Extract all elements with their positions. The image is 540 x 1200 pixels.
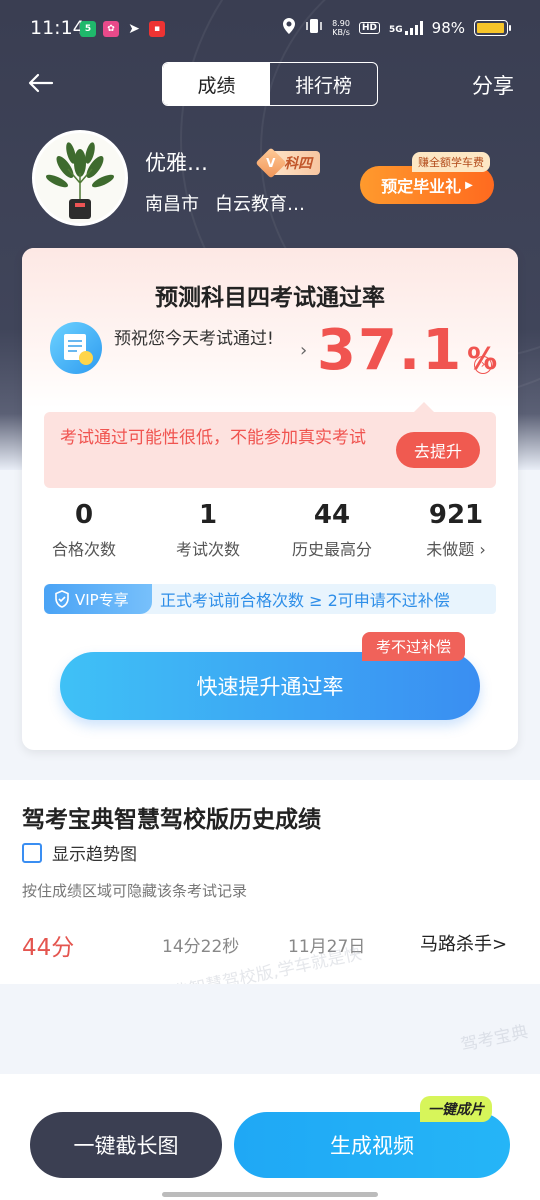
stat-undone-questions[interactable]: 921 未做题 ›: [394, 500, 518, 560]
watermark: 驾考宝典: [459, 1022, 530, 1056]
warning-text: 考试通过可能性很低，不能参加真实考试: [60, 428, 366, 448]
lower-empty-area: 驾考宝典: [0, 984, 540, 1074]
compensation-tag: 考不过补偿: [362, 632, 466, 661]
plant-avatar-image: [45, 142, 115, 219]
vip-tag: VIP专享: [44, 584, 152, 614]
tab-switcher: 成绩 排行榜: [162, 62, 378, 106]
exam-paper-icon: [50, 322, 102, 374]
stat-best-score: 44 历史最高分: [291, 500, 372, 559]
battery-icon: [474, 20, 511, 36]
pass-rate-detail-icon[interactable]: ›: [474, 356, 492, 374]
warning-box: 考试通过可能性很低，不能参加真实考试 去提升: [44, 402, 496, 488]
pass-rate-value[interactable]: 37.1%: [317, 318, 499, 383]
user-name: 优雅…: [145, 151, 208, 175]
app-notification-icon: 5: [80, 21, 96, 37]
user-city: 南昌市: [145, 194, 199, 215]
stat-pass-count: 0 合格次数: [51, 500, 116, 559]
user-school: 白云教育…: [215, 194, 305, 215]
history-section: 驾考宝典智慧驾校版历史成绩 显示趋势图 按住成绩区域可隐藏该条考试记录 44分 …: [0, 780, 540, 1014]
signal-indicator: 5G: [389, 21, 423, 35]
back-button[interactable]: [26, 68, 56, 98]
play-triangle-icon: ▶: [465, 179, 473, 191]
battery-percent: 98%: [431, 19, 465, 37]
stat-exam-count: 1 考试次数: [175, 500, 240, 559]
record-score: 44分: [22, 935, 75, 961]
wish-text: 预祝您今天考试通过!: [114, 329, 274, 349]
bottom-action-bar: 一键截长图 一键成片 生成视频: [0, 1074, 540, 1200]
card-title: 预测科目四考试通过率: [155, 285, 385, 311]
subject-badge: V 科四: [255, 147, 320, 179]
shield-icon: [55, 590, 69, 608]
history-title: 驾考宝典智慧驾校版历史成绩: [22, 807, 321, 833]
status-time: 11:14: [30, 17, 85, 39]
improve-button[interactable]: 去提升: [396, 432, 480, 468]
location-icon: [282, 18, 296, 38]
status-bar: 11:14 5 ✿ ➤ ▪ 8.90 KB/s HD 5G 98%: [0, 0, 540, 58]
home-indicator[interactable]: [162, 1192, 378, 1197]
vibrate-icon: [305, 18, 323, 38]
signal-bars-icon: [404, 21, 423, 35]
fast-improve-button[interactable]: 快速提升通过率: [60, 652, 480, 720]
record-title[interactable]: 马路杀手>: [420, 930, 507, 956]
vip-text: 正式考试前合格次数 ≥ 2可申请不过补偿: [160, 591, 450, 610]
back-arrow-icon: [28, 73, 54, 93]
vip-compensation-row[interactable]: VIP专享 正式考试前合格次数 ≥ 2可申请不过补偿: [44, 584, 496, 614]
user-location: 南昌市 白云教育…: [145, 190, 305, 216]
pass-rate-card: 预测科目四考试通过率 预祝您今天考试通过! › 37.1% › 考试通过可能性很…: [22, 248, 518, 750]
show-trend-label: 显示趋势图: [52, 845, 137, 865]
record-duration: 14分22秒: [162, 937, 240, 957]
telegram-icon: ➤: [128, 21, 140, 37]
tab-scores[interactable]: 成绩: [163, 63, 270, 105]
tab-ranking[interactable]: 排行榜: [270, 63, 377, 105]
avatar[interactable]: [32, 130, 128, 226]
long-screenshot-button[interactable]: 一键截长图: [30, 1112, 222, 1178]
hd-badge: HD: [358, 22, 380, 34]
app-notification-icon: ▪: [149, 21, 165, 37]
show-trend-checkbox[interactable]: 显示趋势图: [22, 840, 137, 865]
share-button[interactable]: 分享: [472, 70, 514, 100]
video-promo-tag: 一键成片: [420, 1096, 492, 1122]
net-speed: 8.90 KB/s: [332, 19, 350, 37]
gift-promo-tag: 赚全额学车费: [412, 152, 490, 172]
battery-fill: [477, 23, 505, 33]
chevron-right-icon: ›: [300, 340, 308, 361]
app-notification-icon: ✿: [103, 21, 119, 37]
history-hint: 按住成绩区域可隐藏该条考试记录: [22, 882, 248, 900]
stats-row: 0 合格次数 1 考试次数 44 历史最高分 921 未做题 ›: [22, 500, 518, 560]
checkbox-icon[interactable]: [22, 842, 42, 863]
